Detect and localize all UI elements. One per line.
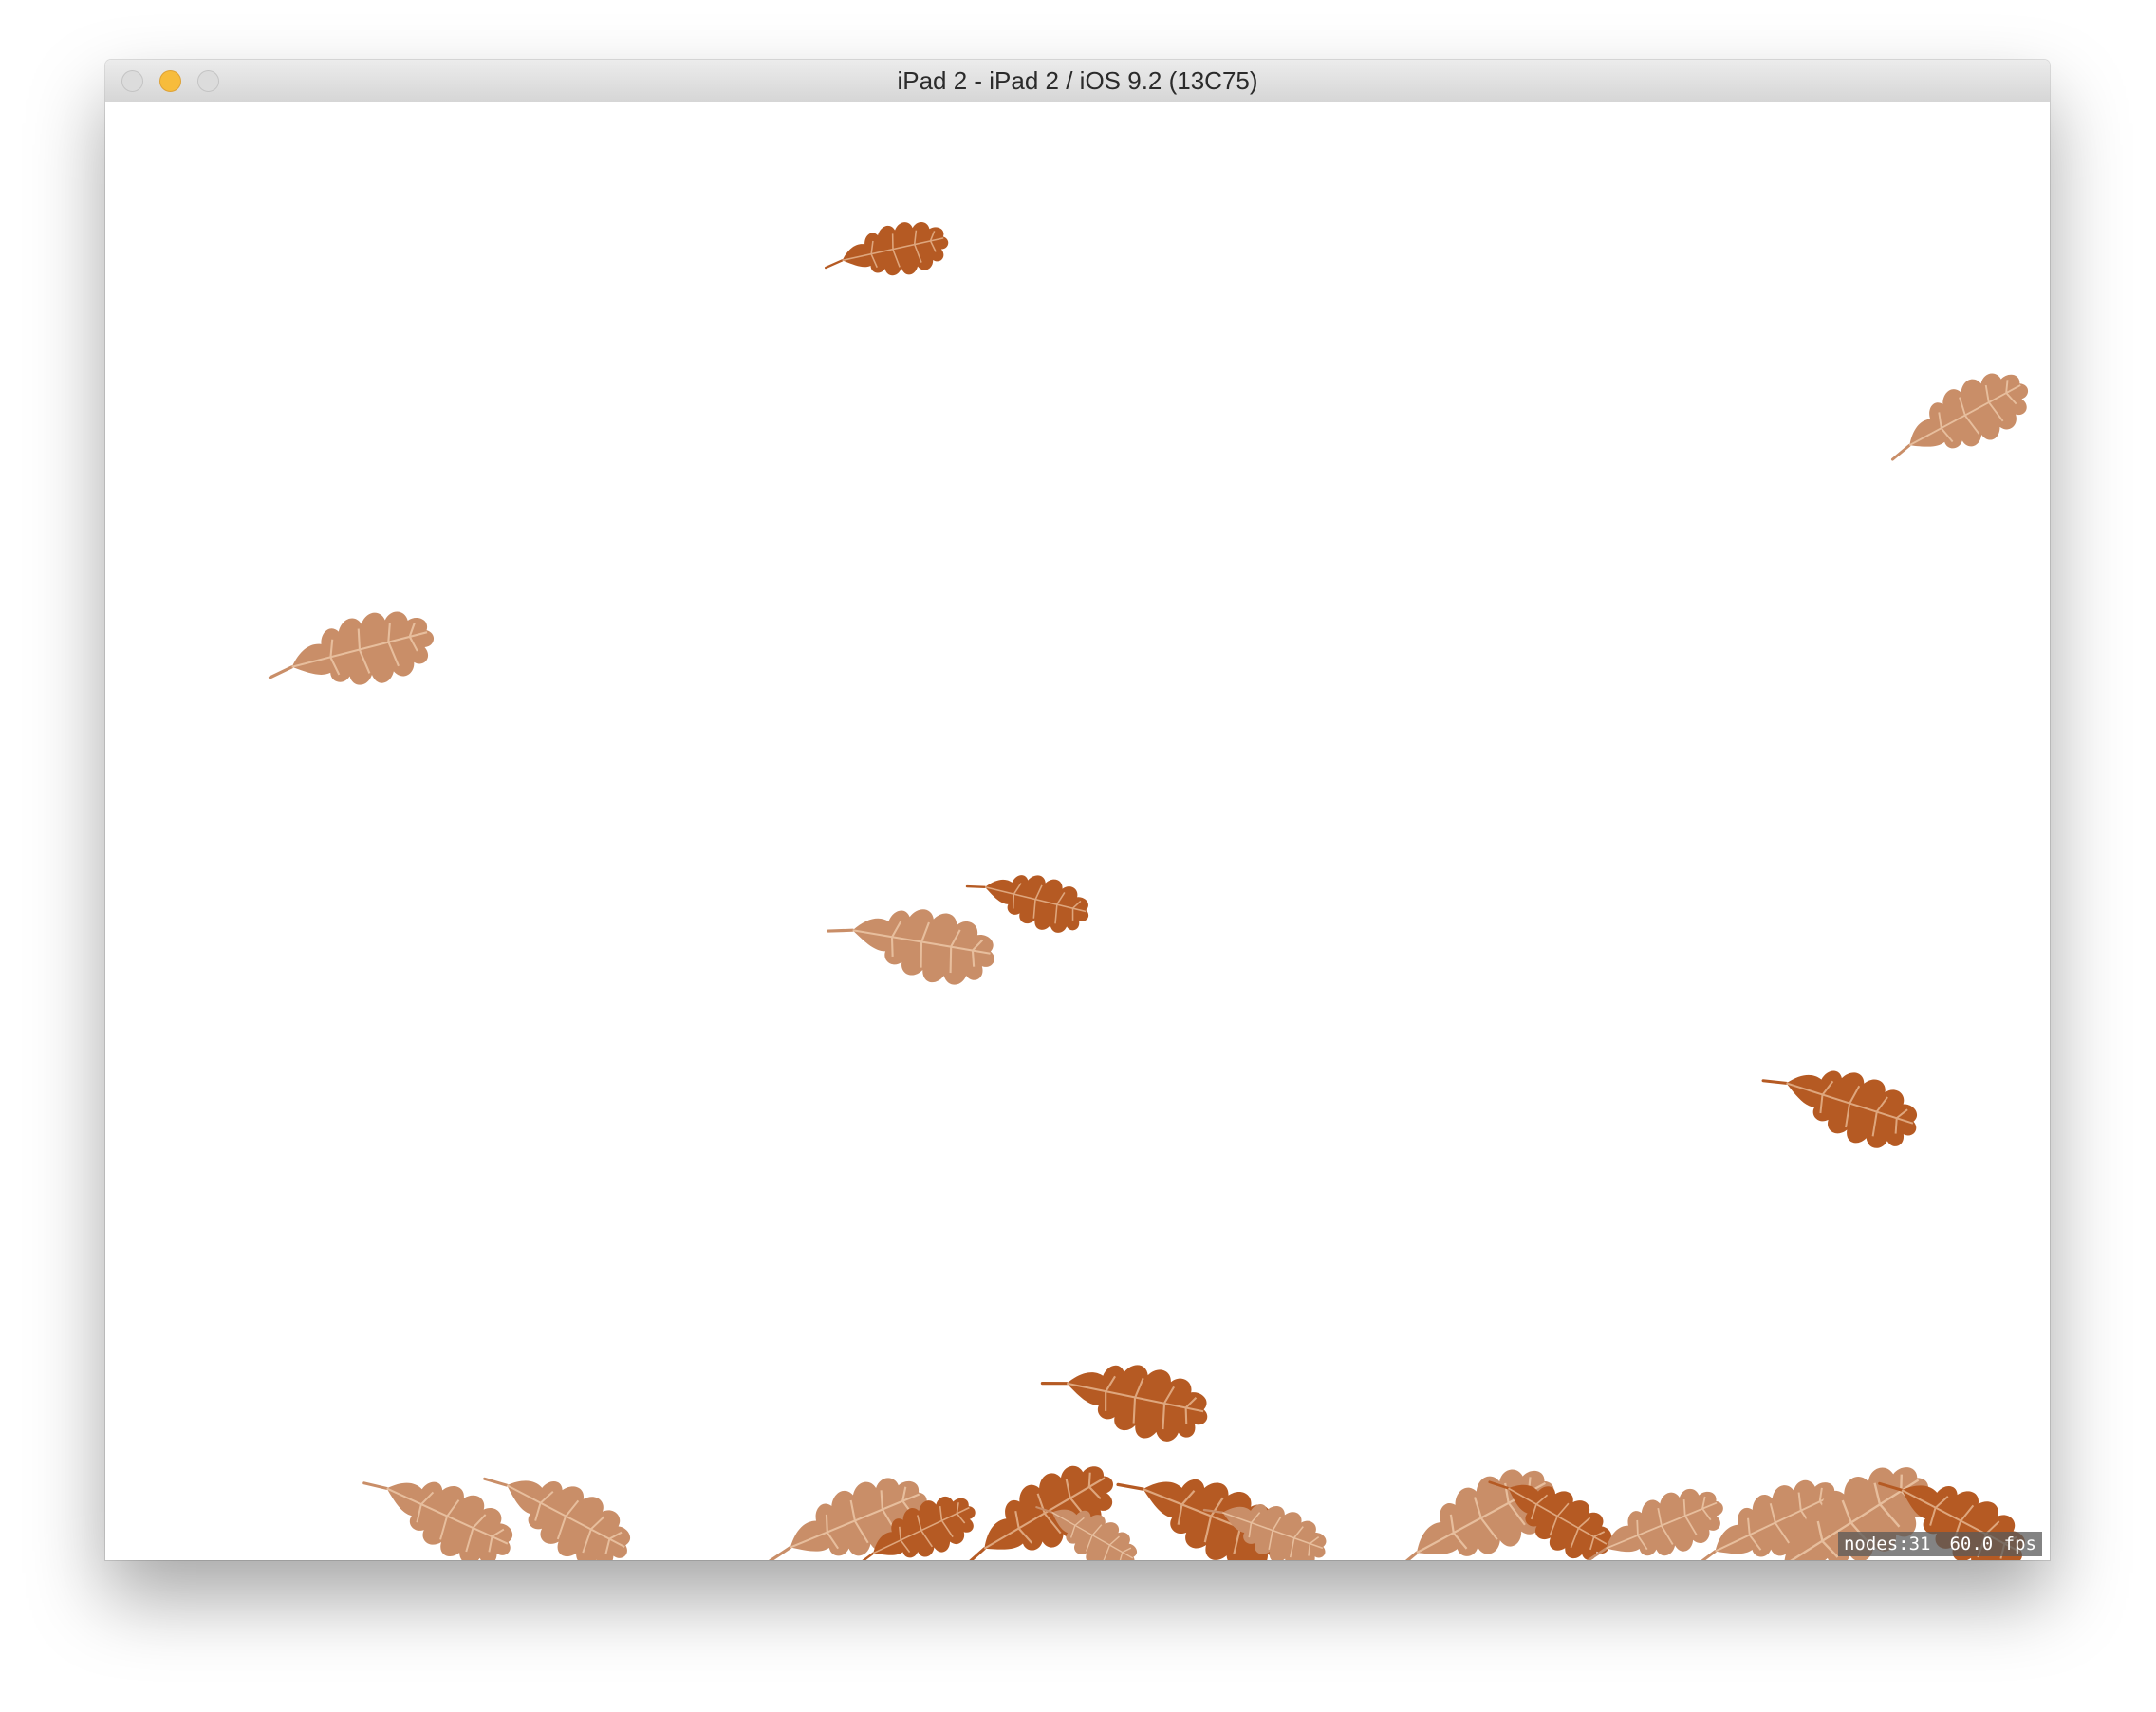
oak-leaf-icon bbox=[268, 587, 448, 713]
window-title: iPad 2 - iPad 2 / iOS 9.2 (13C75) bbox=[897, 66, 1258, 95]
fps-label: 60.0 fps bbox=[1949, 1534, 2036, 1554]
node-count-label: nodes:31 bbox=[1843, 1534, 1931, 1554]
sprite-scene[interactable]: nodes:31 60.0 fps bbox=[105, 102, 2050, 1560]
oak-leaf-icon bbox=[1761, 1039, 1935, 1167]
debug-stats-overlay: nodes:31 60.0 fps bbox=[1837, 1532, 2042, 1556]
oak-leaf-icon bbox=[1040, 1337, 1222, 1458]
oak-leaf-icon bbox=[824, 205, 958, 295]
simulator-window: iPad 2 - iPad 2 / iOS 9.2 (13C75) nodes:… bbox=[105, 60, 2050, 1560]
oak-leaf-icon bbox=[1883, 346, 2048, 486]
title-bar[interactable]: iPad 2 - iPad 2 / iOS 9.2 (13C75) bbox=[105, 60, 2050, 102]
